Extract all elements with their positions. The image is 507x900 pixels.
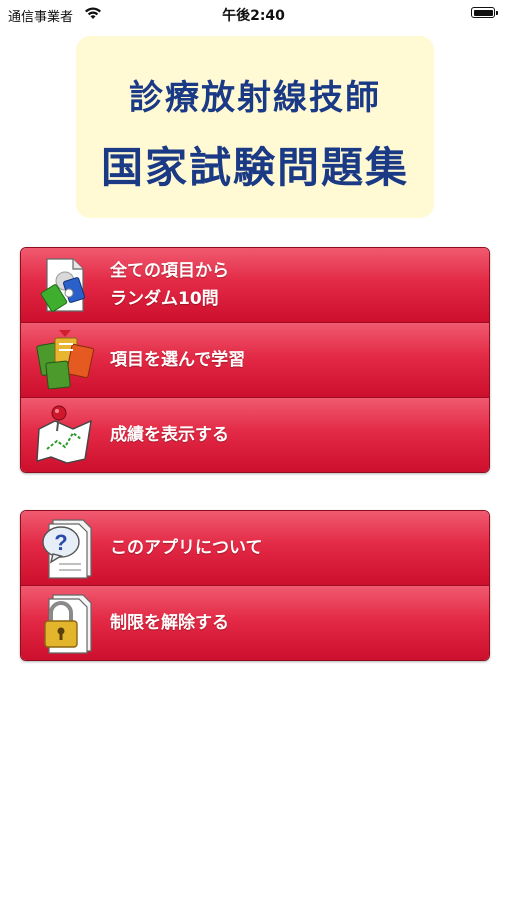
lock-document-icon	[44, 594, 92, 654]
question-document-icon: ?	[42, 519, 92, 579]
title-line-2: 国家試験問題集	[100, 143, 409, 192]
random-cards-icon	[40, 258, 85, 312]
svg-text:?: ?	[54, 530, 67, 555]
menu-item-unlock[interactable]: 制限を解除する	[21, 585, 489, 660]
status-bar: 通信事業者 午後2:40	[0, 0, 507, 28]
menu-item-show-results[interactable]: 成績を表示する	[21, 397, 489, 472]
notebooks-icon	[36, 330, 95, 390]
menu-label-unlock: 制限を解除する	[110, 613, 229, 633]
app-title-banner: 診療放射線技師 国家試験問題集	[76, 36, 434, 218]
title-line-1: 診療放射線技師	[129, 78, 381, 118]
info-menu: ? このアプリについて 制限を解除する	[20, 510, 490, 661]
menu-label-random-line1: 全ての項目から	[110, 261, 229, 281]
menu-label-random-line2: ランダム10問	[110, 289, 219, 309]
menu-label-about: このアプリについて	[110, 538, 263, 558]
menu-label-select-topic: 項目を選んで学習	[110, 350, 246, 370]
main-menu: 全ての項目から ランダム10問 項目を選んで学習 成績を表示する	[20, 247, 490, 473]
menu-label-show-results: 成績を表示する	[110, 425, 229, 445]
menu-item-select-topic[interactable]: 項目を選んで学習	[21, 322, 489, 397]
clock: 午後2:40	[222, 8, 285, 24]
battery-icon	[471, 7, 498, 18]
map-pin-chart-icon	[36, 405, 92, 464]
menu-item-about[interactable]: ? このアプリについて	[21, 511, 489, 585]
menu-item-random[interactable]: 全ての項目から ランダム10問	[21, 248, 489, 322]
